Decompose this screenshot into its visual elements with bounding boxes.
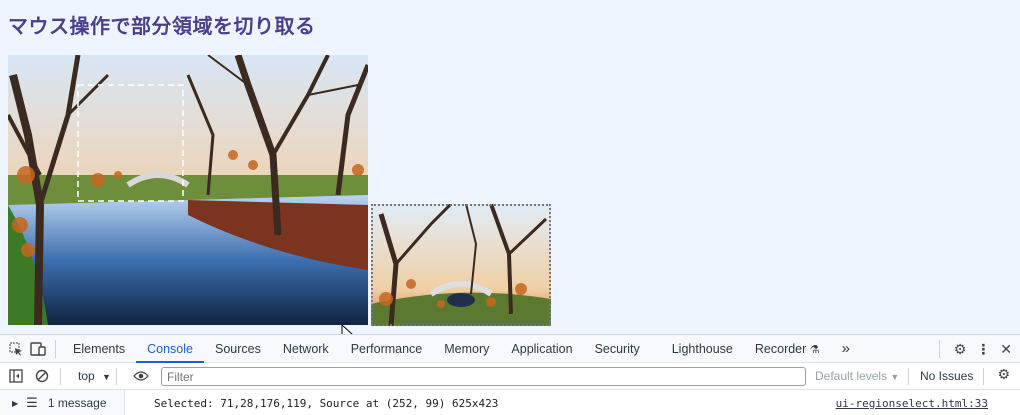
- console-output: ▶ ☰ 1 message Selected: 71,28,176,119, S…: [0, 390, 1020, 415]
- log-levels-label: Default levels: [815, 369, 888, 383]
- dropdown-arrow-icon: ▼: [890, 372, 900, 382]
- console-settings-gear-icon[interactable]: ⚙: [997, 366, 1010, 383]
- console-sidebar-messages[interactable]: ▶ ☰ 1 message: [0, 390, 125, 415]
- console-toolbar: top ▼ Default levels ▼ No Issues ⚙: [0, 363, 1020, 390]
- filter-input[interactable]: [161, 367, 806, 386]
- tab-sources[interactable]: Sources: [204, 335, 272, 363]
- console-source-link[interactable]: ui-regionselect.html:33: [836, 397, 988, 410]
- tab-security[interactable]: Security: [584, 335, 651, 363]
- tab-network[interactable]: Network: [272, 335, 340, 363]
- source-image[interactable]: [8, 55, 368, 325]
- more-options-icon[interactable]: ⋮: [976, 341, 990, 358]
- dropdown-arrow-icon: ▼: [102, 372, 111, 382]
- issues-counter[interactable]: No Issues: [920, 369, 973, 383]
- expand-arrow-icon: ▶: [12, 398, 19, 408]
- context-selector[interactable]: top ▼: [78, 369, 111, 383]
- device-toolbar-icon[interactable]: [27, 338, 49, 360]
- page-title: マウス操作で部分領域を切り取る: [8, 14, 316, 38]
- tab-recorder-label: Recorder: [754, 341, 807, 356]
- tab-application[interactable]: Application: [500, 335, 583, 363]
- console-message: Selected: 71,28,176,119, Source at (252,…: [154, 397, 499, 410]
- devtools-tab-bar: Elements Console Sources Network Perform…: [0, 335, 1020, 363]
- tab-elements[interactable]: Elements: [62, 335, 136, 363]
- devtools-panel: Elements Console Sources Network Perform…: [0, 334, 1020, 415]
- tab-performance[interactable]: Performance: [340, 335, 434, 363]
- log-levels-dropdown[interactable]: Default levels ▼: [815, 369, 899, 383]
- message-count: 1 message: [47, 396, 107, 410]
- list-icon: ☰: [26, 395, 38, 410]
- tab-lighthouse[interactable]: Lighthouse: [661, 335, 744, 363]
- more-tabs-button[interactable]: »: [831, 335, 861, 363]
- tab-console[interactable]: Console: [136, 335, 204, 363]
- flask-icon: ⚗: [809, 343, 820, 356]
- context-selector-value: top: [78, 369, 95, 383]
- live-expression-eye-icon[interactable]: [131, 366, 151, 386]
- tab-recorder[interactable]: Recorder ⚗: [744, 335, 831, 363]
- clear-console-icon[interactable]: [32, 366, 52, 386]
- show-sidebar-icon[interactable]: [6, 366, 26, 386]
- close-devtools-icon[interactable]: ✕: [1000, 341, 1012, 358]
- tab-memory[interactable]: Memory: [433, 335, 500, 363]
- cropped-image: [371, 204, 551, 326]
- settings-gear-icon[interactable]: ⚙: [954, 341, 967, 358]
- inspect-element-icon[interactable]: [5, 338, 27, 360]
